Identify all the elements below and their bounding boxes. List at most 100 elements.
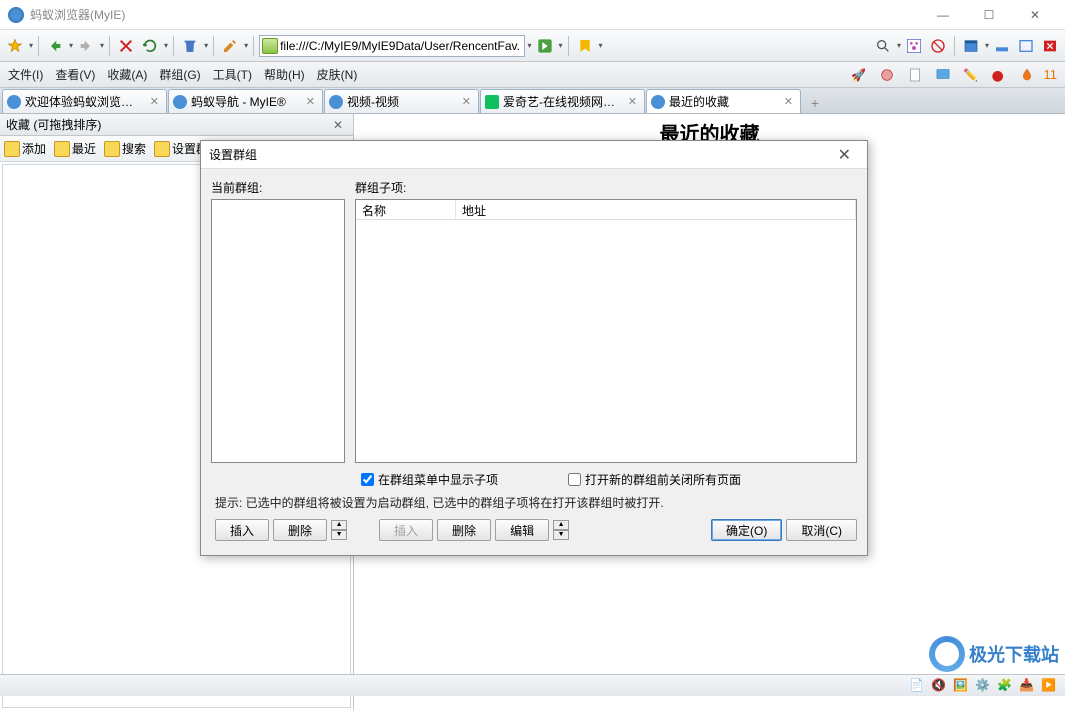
sidebar-add-button[interactable]: 添加 [4, 140, 46, 157]
edit-icon[interactable] [219, 35, 241, 57]
status-bar: 📄 🔇 🖼️ ⚙️ 🧩 📥 ▶️ [0, 674, 1065, 696]
item-order-spinner[interactable]: ▲▼ [553, 520, 569, 540]
dropdown-icon[interactable]: ▾ [204, 41, 208, 50]
tab-close-icon[interactable]: ✕ [459, 95, 474, 108]
sidebar-close-icon[interactable]: ✕ [329, 118, 347, 132]
globe-icon [329, 95, 343, 109]
insert-item-button[interactable]: 插入 [379, 519, 433, 541]
group-settings-dialog: 设置群组 ✕ 当前群组: 群组子项: 名称 地址 在群组菜单中显示子项 打开新的… [200, 140, 868, 556]
menu-help[interactable]: 帮助(H) [264, 66, 305, 83]
window-icon[interactable] [960, 35, 982, 57]
browser-tab[interactable]: 视频-视频✕ [324, 89, 479, 113]
browser-tab[interactable]: 蚂蚁导航 - MyIE® ✕ [168, 89, 323, 113]
status-icon: 📄 [909, 678, 925, 694]
new-tab-button[interactable]: + [805, 93, 825, 113]
dropdown-icon[interactable]: ▾ [69, 41, 73, 50]
dropdown-icon[interactable]: ▾ [244, 41, 248, 50]
sidebar-title: 收藏 (可拖拽排序) [6, 116, 329, 133]
watermark-brand: 极光下载站 [969, 641, 1059, 667]
dropdown-icon[interactable]: ▾ [559, 41, 563, 50]
dialog-close-button[interactable]: ✕ [830, 145, 859, 165]
pawprint-icon[interactable] [903, 35, 925, 57]
dropdown-icon[interactable]: ▾ [985, 41, 989, 50]
tab-close-icon[interactable]: ✕ [147, 95, 162, 108]
menu-tools[interactable]: 工具(T) [213, 66, 252, 83]
tab-label: 爱奇艺-在线视频网站-海 [503, 93, 621, 110]
tab-close-icon[interactable]: ✕ [625, 95, 640, 108]
delete-item-button[interactable]: 删除 [437, 519, 491, 541]
cancel-button[interactable]: 取消(C) [786, 519, 857, 541]
insert-group-button[interactable]: 插入 [215, 519, 269, 541]
app-icon [8, 7, 24, 23]
weibo-icon[interactable] [988, 64, 1010, 86]
browser-tab[interactable]: 最近的收藏✕ [646, 89, 801, 113]
dropdown-icon[interactable]: ▾ [164, 41, 168, 50]
forward-button[interactable] [75, 35, 97, 57]
notification-count: 11 [1044, 67, 1058, 82]
close-all-icon[interactable] [1039, 35, 1061, 57]
maximize-button[interactable]: ☐ [967, 1, 1011, 29]
tab-close-icon[interactable]: ✕ [781, 95, 796, 108]
close-button[interactable]: ✕ [1013, 1, 1057, 29]
checkbox-label: 在群组菜单中显示子项 [378, 471, 498, 488]
watermark-logo-icon [929, 636, 965, 672]
menu-view[interactable]: 查看(V) [55, 66, 95, 83]
back-button[interactable] [44, 35, 66, 57]
subitem-label: 群组子项: [355, 179, 857, 197]
wand-icon[interactable]: ✏️ [960, 64, 982, 86]
sidebar-tool-label: 添加 [22, 140, 46, 157]
column-address[interactable]: 地址 [456, 200, 856, 219]
rocket-icon[interactable]: 🚀 [848, 64, 870, 86]
dropdown-icon[interactable]: ▾ [528, 41, 532, 50]
tab-label: 蚂蚁导航 - MyIE® [191, 93, 299, 110]
status-icon: ⚙️ [975, 678, 991, 694]
dialog-hint: 提示: 已选中的群组将被设置为启动群组, 已选中的群组子项将在打开该群组时被打开… [211, 492, 857, 519]
sidebar-tool-label: 搜索 [122, 140, 146, 157]
close-pages-checkbox[interactable]: 打开新的群组前关闭所有页面 [568, 471, 741, 488]
sidebar-tool-label: 最近 [72, 140, 96, 157]
iqiyi-icon [485, 95, 499, 109]
globe-icon [7, 95, 21, 109]
stop-button[interactable] [115, 35, 137, 57]
address-bar[interactable] [259, 35, 524, 57]
doc-icon[interactable] [904, 64, 926, 86]
minimize-button[interactable]: — [921, 1, 965, 29]
globe-icon [173, 95, 187, 109]
search-icon[interactable] [872, 35, 894, 57]
browser-tab[interactable]: 爱奇艺-在线视频网站-海 ✕ [480, 89, 645, 113]
browser-tab[interactable]: 欢迎体验蚂蚁浏览器(My ✕ [2, 89, 167, 113]
refresh-button[interactable] [139, 35, 161, 57]
bookmark-icon[interactable] [574, 35, 596, 57]
menu-skin[interactable]: 皮肤(N) [317, 66, 358, 83]
ok-button[interactable]: 确定(O) [711, 519, 782, 541]
trash-icon[interactable] [179, 35, 201, 57]
delete-group-button[interactable]: 删除 [273, 519, 327, 541]
block2-icon[interactable] [876, 64, 898, 86]
sidebar-search-button[interactable]: 搜索 [104, 140, 146, 157]
subitem-listbox[interactable]: 名称 地址 [355, 199, 857, 463]
edit-item-button[interactable]: 编辑 [495, 519, 549, 541]
sidebar-recent-button[interactable]: 最近 [54, 140, 96, 157]
column-name[interactable]: 名称 [356, 200, 456, 219]
flame-icon[interactable] [1016, 64, 1038, 86]
go-button[interactable] [534, 35, 556, 57]
menu-file[interactable]: 文件(I) [8, 66, 43, 83]
dropdown-icon[interactable]: ▾ [599, 41, 603, 50]
minimize-all-icon[interactable] [991, 35, 1013, 57]
status-icon: 🖼️ [953, 678, 969, 694]
dropdown-icon[interactable]: ▾ [897, 41, 901, 50]
group-order-spinner[interactable]: ▲▼ [331, 520, 347, 540]
block-icon[interactable] [927, 35, 949, 57]
dropdown-icon[interactable]: ▾ [29, 41, 33, 50]
menu-favorites[interactable]: 收藏(A) [107, 66, 147, 83]
favorites-star-icon[interactable] [4, 35, 26, 57]
tab-label: 欢迎体验蚂蚁浏览器(My [25, 93, 143, 110]
current-group-label: 当前群组: [211, 179, 345, 197]
dropdown-icon[interactable]: ▾ [100, 41, 104, 50]
tab-close-icon[interactable]: ✕ [303, 95, 318, 108]
monitor-icon[interactable] [932, 64, 954, 86]
restore-icon[interactable] [1015, 35, 1037, 57]
menu-group[interactable]: 群组(G) [159, 66, 200, 83]
group-listbox[interactable] [211, 199, 345, 463]
show-subitems-checkbox[interactable]: 在群组菜单中显示子项 [361, 471, 498, 488]
